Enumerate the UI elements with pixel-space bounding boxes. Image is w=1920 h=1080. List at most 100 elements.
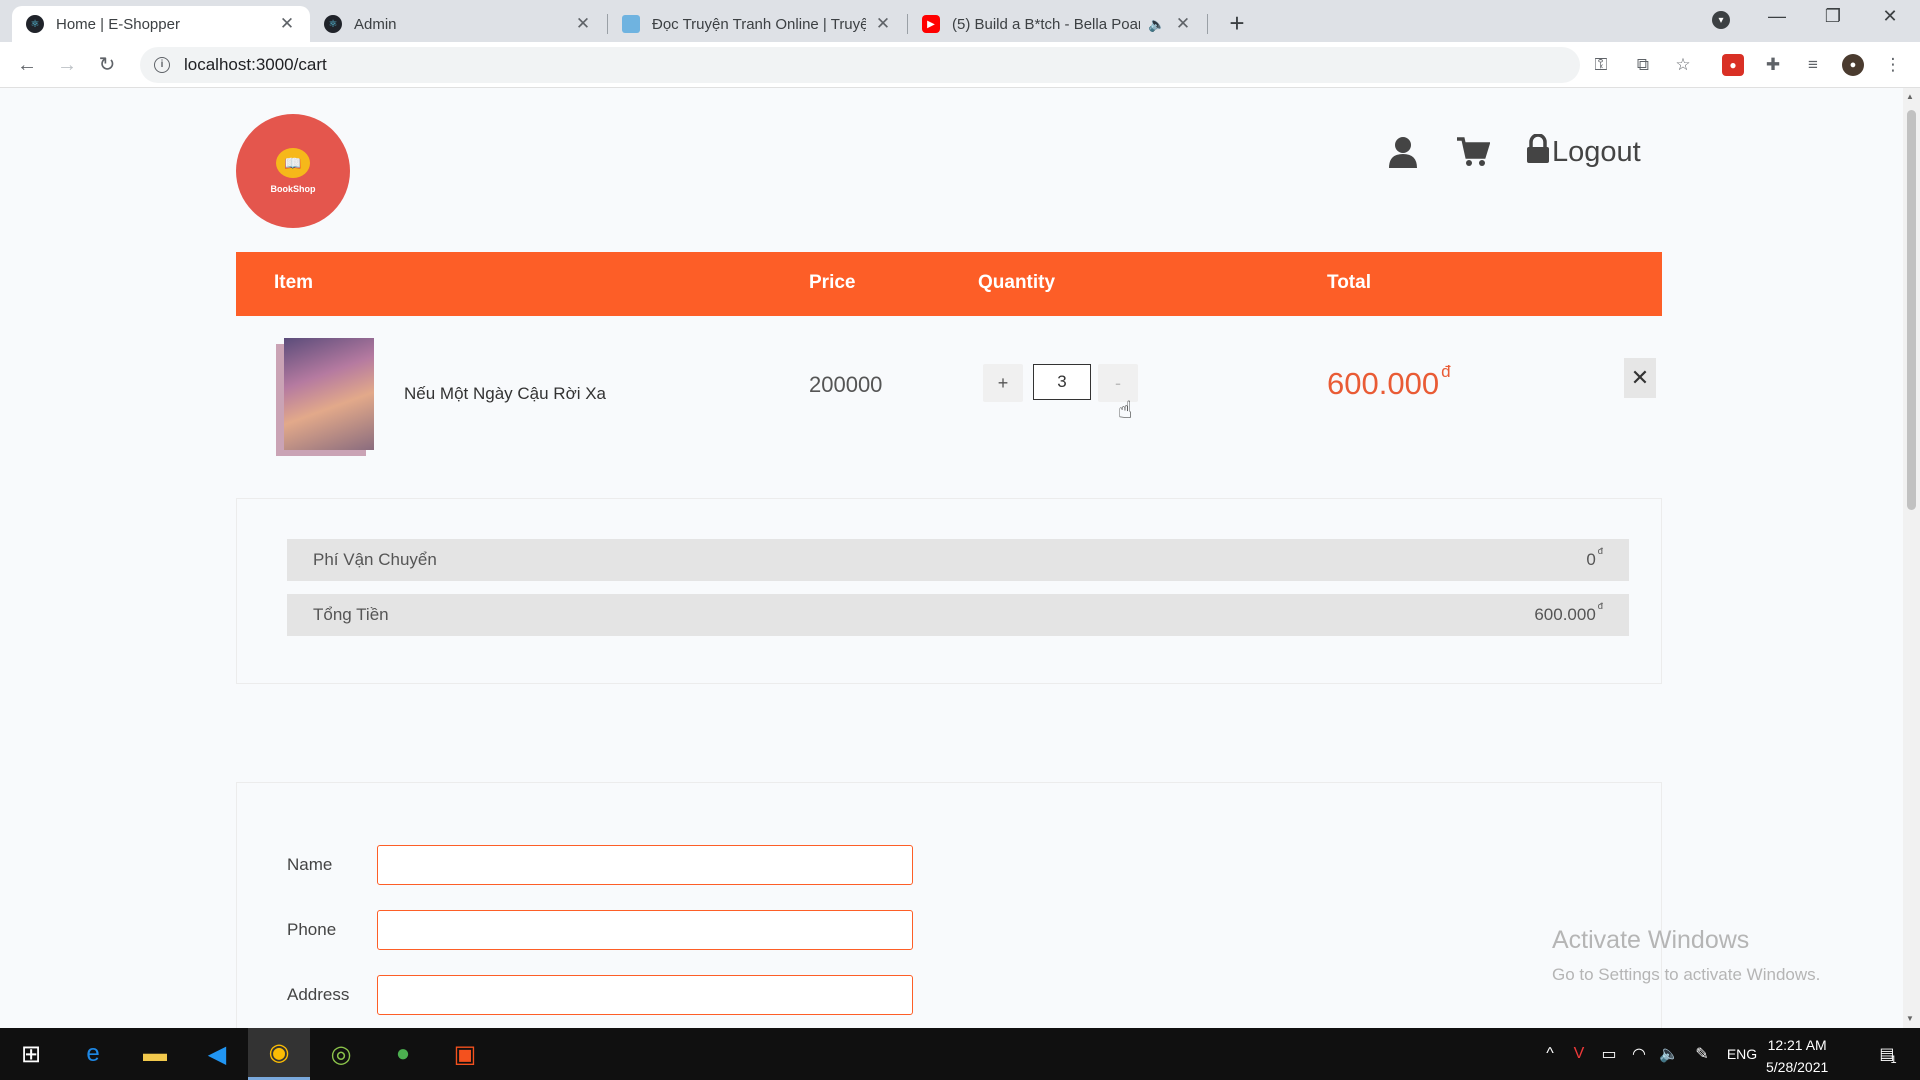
react-icon: ⚛: [324, 15, 342, 33]
mongodb-icon[interactable]: ●: [372, 1028, 434, 1080]
logout-link[interactable]: Logout: [1526, 133, 1641, 171]
tab-admin[interactable]: ⚛ Admin ✕: [310, 6, 606, 42]
checkout-form: Name Phone Address: [236, 782, 1662, 1028]
logo-text: BookShop: [270, 184, 316, 194]
currency-symbol: đ: [1597, 546, 1603, 556]
grand-total-row: Tổng Tiền 600.000 đ: [287, 594, 1629, 636]
forward-icon[interactable]: →: [52, 50, 82, 80]
tab-search-icon[interactable]: ▾: [1712, 11, 1730, 29]
reload-icon[interactable]: ↻: [92, 50, 122, 80]
system-tray: ^ V ▭ ◠ 🔈 ✎ ENG: [1536, 1028, 1764, 1080]
shipping-fee-amount: 0: [1586, 550, 1596, 569]
column-price: Price: [809, 272, 856, 293]
back-icon[interactable]: ←: [12, 50, 42, 80]
vivaldi-tray-icon[interactable]: V: [1564, 1045, 1594, 1063]
close-tab-icon[interactable]: ✕: [874, 14, 892, 34]
name-label: Name: [287, 855, 333, 874]
profile-avatar[interactable]: ●: [1842, 54, 1864, 76]
product-price: 200000: [809, 372, 883, 397]
user-icon[interactable]: [1388, 136, 1418, 176]
cart-table-header: Item Price Quantity Total: [236, 252, 1662, 316]
pen-icon[interactable]: ✎: [1684, 1044, 1720, 1064]
tab-title: (5) Build a B*tch - Bella Poarc: [952, 15, 1140, 33]
close-tab-icon[interactable]: ✕: [574, 14, 592, 34]
wifi-icon[interactable]: ◠: [1624, 1044, 1654, 1064]
windows-taskbar: ⊞ e ▬ ◀ ◉ ◎ ● ▣ ^ V ▭ ◠ 🔈 ✎ ENG 12:21 AM…: [0, 1028, 1920, 1080]
manga-icon: [622, 15, 640, 33]
windows-start-icon[interactable]: ⊞: [0, 1028, 62, 1080]
browser-toolbar: ← → ↻ i localhost:3000/cart ⚿ ⧉ ☆ ● ✚ ≡ …: [0, 42, 1920, 88]
name-input[interactable]: [377, 845, 913, 885]
url-text: localhost:3000/cart: [184, 55, 327, 74]
mute-icon[interactable]: 🔈: [1148, 16, 1166, 33]
chrome-icon[interactable]: ◉: [248, 1028, 310, 1080]
hand-cursor-icon: ☝: [1118, 397, 1133, 424]
bookshop-logo[interactable]: 📖 BookShop: [236, 114, 350, 228]
tab-separator: [1207, 14, 1208, 34]
currency-symbol: đ: [1597, 601, 1603, 611]
browser-tab-bar: ⚛ Home | E-Shopper ✕ ⚛ Admin ✕ Đọc Truyệ…: [0, 0, 1920, 42]
new-tab-button[interactable]: +: [1222, 8, 1252, 39]
tab-home-eshopper[interactable]: ⚛ Home | E-Shopper ✕: [12, 6, 310, 42]
close-tab-icon[interactable]: ✕: [1174, 14, 1192, 34]
phone-input[interactable]: [377, 910, 913, 950]
column-total: Total: [1327, 272, 1371, 293]
extension-icon[interactable]: ●: [1722, 54, 1744, 76]
notification-center-icon[interactable]: ▤ 1: [1868, 1028, 1908, 1080]
edge-icon[interactable]: e: [62, 1028, 124, 1080]
chevron-up-icon[interactable]: ^: [1536, 1045, 1564, 1063]
address-label: Address: [287, 985, 350, 1004]
youtube-icon: ▶: [922, 15, 940, 33]
minimize-icon[interactable]: —: [1762, 6, 1792, 27]
column-item: Item: [274, 272, 314, 293]
tab-title: Đọc Truyện Tranh Online | Truyện: [652, 15, 866, 33]
vscode-icon[interactable]: ◀: [186, 1028, 248, 1080]
battery-icon[interactable]: ▭: [1594, 1044, 1624, 1064]
key-icon[interactable]: ⚿: [1590, 54, 1612, 76]
address-input[interactable]: [377, 975, 913, 1015]
media-control-icon[interactable]: ≡: [1802, 54, 1824, 76]
tab-title: Admin: [354, 15, 397, 33]
language-indicator[interactable]: ENG: [1720, 1046, 1764, 1062]
close-tab-icon[interactable]: ✕: [278, 14, 296, 34]
clock-date: 5/28/2021: [1766, 1059, 1829, 1075]
lock-icon: [1526, 133, 1550, 171]
volume-icon[interactable]: 🔈: [1654, 1044, 1684, 1064]
shipping-fee-value: 0đ: [1586, 546, 1603, 570]
quantity-input[interactable]: 3: [1033, 364, 1091, 400]
restore-icon[interactable]: ❐: [1818, 6, 1848, 27]
phone-label: Phone: [287, 920, 337, 939]
watermark-subtitle: Go to Settings to activate Windows.: [1552, 965, 1821, 984]
cart-item-row: Nếu Một Ngày Cậu Rời Xa 200000 + 3 - 600…: [236, 328, 1662, 468]
site-info-icon[interactable]: i: [154, 57, 170, 73]
translate-icon[interactable]: ⧉: [1632, 54, 1654, 76]
shipping-fee-row: Phí Vận Chuyển 0đ: [287, 539, 1629, 581]
window-close-icon[interactable]: ✕: [1875, 6, 1905, 27]
address-bar[interactable]: i localhost:3000/cart: [140, 47, 1580, 83]
browser-app-icon[interactable]: ◎: [310, 1028, 372, 1080]
scroll-down-icon[interactable]: ▼: [1906, 1014, 1914, 1023]
logout-label: Logout: [1552, 136, 1641, 168]
menu-icon[interactable]: ⋮: [1882, 54, 1904, 76]
activate-windows-watermark: Activate Windows Go to Settings to activ…: [1552, 926, 1820, 985]
increase-quantity-button[interactable]: +: [983, 364, 1023, 402]
scroll-up-icon[interactable]: ▲: [1906, 92, 1914, 101]
puzzle-icon[interactable]: ✚: [1762, 54, 1784, 76]
page-scrollbar[interactable]: ▲ ▼: [1903, 88, 1920, 1028]
currency-symbol: đ: [1441, 362, 1451, 381]
tab-youtube[interactable]: ▶ (5) Build a B*tch - Bella Poarc 🔈 ✕: [908, 6, 1206, 42]
book-cover-image[interactable]: [284, 338, 374, 450]
product-name[interactable]: Nếu Một Ngày Cậu Rời Xa: [404, 384, 606, 404]
remove-item-button[interactable]: ✕: [1624, 358, 1656, 398]
scrollbar-thumb[interactable]: [1907, 110, 1916, 510]
star-icon[interactable]: ☆: [1672, 54, 1694, 76]
tab-doc-truyen[interactable]: Đọc Truyện Tranh Online | Truyện ✕: [608, 6, 906, 42]
app-icon[interactable]: ▣: [434, 1028, 496, 1080]
cart-icon[interactable]: [1456, 136, 1491, 176]
row-total-value: 600.000: [1327, 366, 1440, 401]
tab-title: Home | E-Shopper: [56, 15, 180, 33]
notification-count: 1: [1890, 1054, 1897, 1066]
taskbar-clock[interactable]: 12:21 AM 5/28/2021: [1766, 1034, 1828, 1078]
react-icon: ⚛: [26, 15, 44, 33]
file-explorer-icon[interactable]: ▬: [124, 1028, 186, 1080]
